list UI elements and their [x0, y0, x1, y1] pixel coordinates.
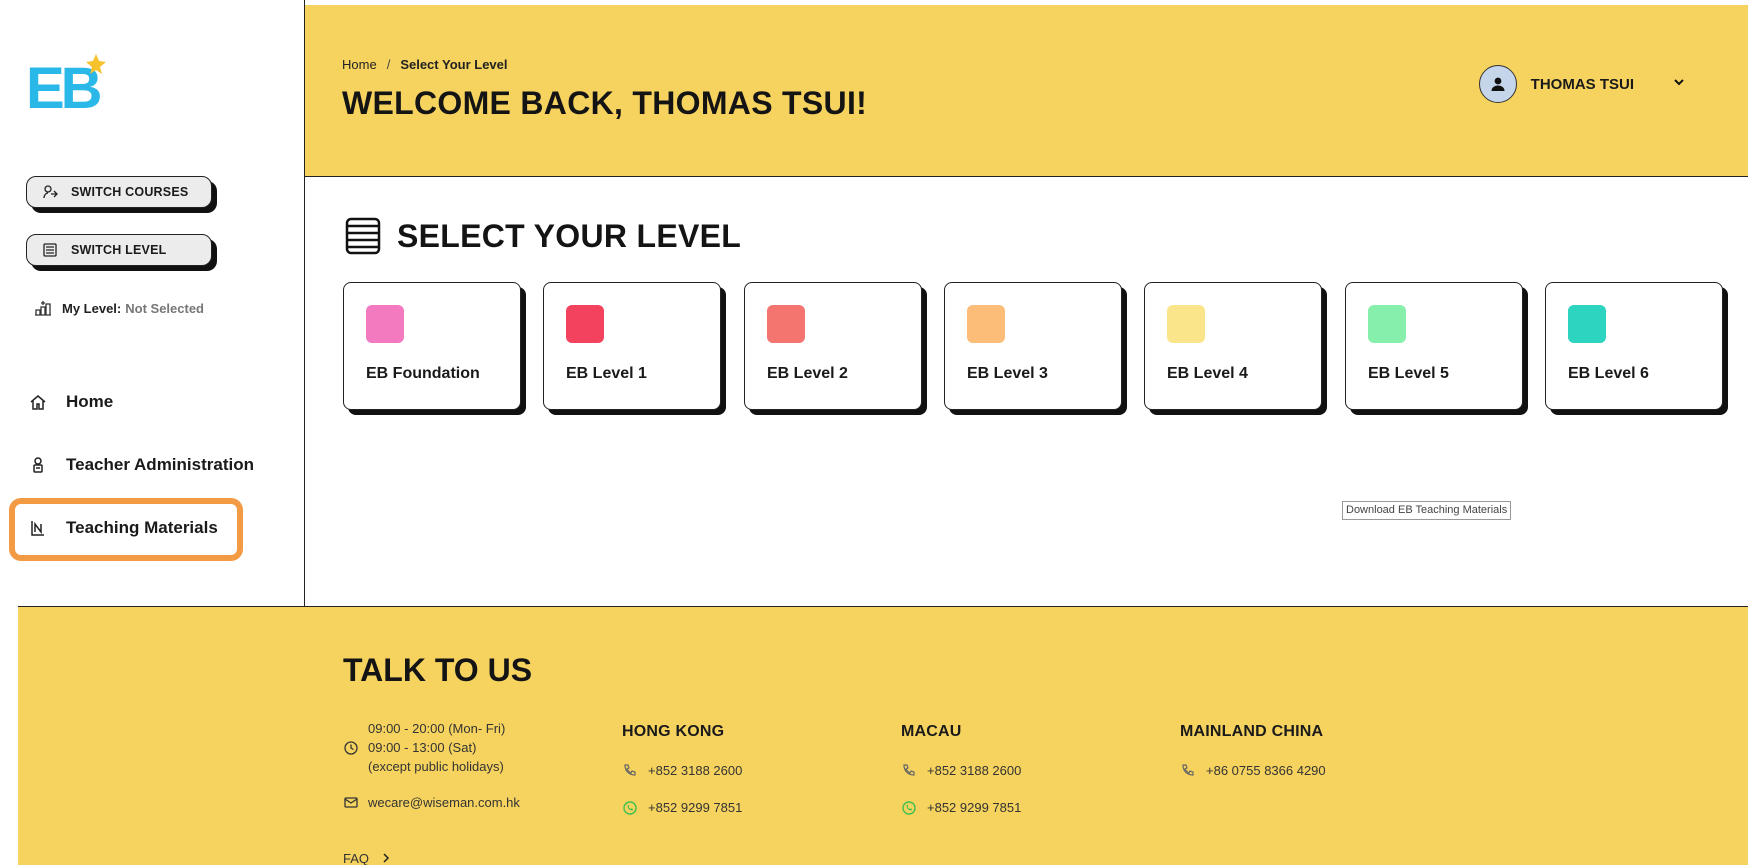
whatsapp-icon — [622, 800, 638, 816]
user-name: THOMAS TSUI — [1530, 75, 1634, 93]
switch-courses-label: SWITCH COURSES — [71, 185, 189, 199]
level-color-swatch — [366, 305, 404, 343]
page-header: Home / Select Your Level WELCOME BACK, THO… — [305, 5, 1748, 177]
level-steps-icon — [34, 299, 52, 317]
region-name: MAINLAND CHINA — [1180, 723, 1324, 740]
breadcrumb-home[interactable]: Home — [342, 57, 377, 72]
whatsapp-row[interactable]: +852 9299 7851 — [901, 798, 1021, 817]
avatar — [1478, 65, 1517, 103]
section-title: SELECT YOUR LEVEL — [343, 216, 741, 256]
mail-icon — [343, 794, 359, 810]
footer: TALK TO US 09:00 - 20:00 (Mon- Fri) 09:0… — [18, 606, 1748, 865]
my-level-label: My Level: — [62, 300, 122, 316]
whatsapp-icon — [901, 800, 917, 816]
level-label: EB Level 3 — [967, 365, 1048, 382]
sidebar-item-label: Home — [66, 392, 114, 411]
sidebar-item-teaching-materials[interactable]: Teaching Materials — [28, 518, 218, 538]
welcome-title: WELCOME BACK, THOMAS TSUI! — [342, 85, 868, 121]
level-card-2[interactable]: EB Level 2 — [744, 282, 922, 410]
sidebar: EB SWITCH COURSES SWITCH LEVEL My Level:… — [0, 0, 305, 606]
materials-icon — [28, 518, 48, 538]
faq-label: FAQ — [343, 851, 370, 865]
email-text: wecare@wiseman.com.hk — [368, 794, 520, 810]
level-color-swatch — [767, 305, 805, 343]
phone-row[interactable]: +86 0755 8366 4290 — [1180, 761, 1326, 780]
level-card-1[interactable]: EB Level 1 — [543, 282, 721, 410]
whatsapp-row[interactable]: +852 9299 7851 — [622, 798, 742, 817]
home-icon — [28, 392, 48, 412]
office-hours: 09:00 - 20:00 (Mon- Fri) 09:00 - 13:00 (… — [343, 719, 505, 776]
user-menu[interactable]: THOMAS TSUI — [1478, 65, 1686, 103]
footer-title: TALK TO US — [343, 652, 533, 688]
level-label: EB Level 1 — [566, 365, 647, 382]
region-name: MACAU — [901, 723, 962, 740]
sidebar-item-home[interactable]: Home — [28, 392, 113, 412]
chevron-down-icon[interactable] — [1672, 75, 1686, 94]
region-macau: MACAU +852 3188 2600 +852 9299 7851 — [901, 723, 1021, 835]
breadcrumb-current: Select Your Level — [400, 57, 508, 72]
phone-number: +852 3188 2600 — [648, 763, 743, 778]
level-card-6[interactable]: EB Level 6 — [1545, 282, 1723, 410]
sidebar-item-label: Teacher Administration — [66, 455, 254, 474]
level-label: EB Level 6 — [1568, 365, 1649, 382]
eb-logo[interactable]: EB — [26, 54, 106, 121]
phone-icon — [901, 763, 917, 779]
switch-level-icon — [41, 241, 59, 259]
level-color-swatch — [967, 305, 1005, 343]
level-label: EB Level 2 — [767, 365, 848, 382]
level-color-swatch — [566, 305, 604, 343]
level-color-swatch — [1368, 305, 1406, 343]
hours-weekday: 09:00 - 20:00 (Mon- Fri) — [368, 721, 506, 736]
region-name: HONG KONG — [622, 723, 725, 740]
phone-icon — [1180, 763, 1196, 779]
switch-level-button[interactable]: SWITCH LEVEL — [26, 234, 212, 266]
phone-row[interactable]: +852 3188 2600 — [622, 761, 742, 780]
my-level-value: Not Selected — [125, 300, 204, 316]
whatsapp-number: +852 9299 7851 — [927, 800, 1022, 815]
level-color-swatch — [1167, 305, 1205, 343]
clock-icon — [343, 740, 359, 756]
level-card-3[interactable]: EB Level 3 — [944, 282, 1122, 410]
level-label: EB Foundation — [366, 365, 480, 382]
faq-link[interactable]: FAQ — [343, 851, 391, 865]
sidebar-item-label: Teaching Materials — [66, 518, 218, 537]
hours-note: (except public holidays) — [368, 759, 504, 774]
phone-number: +852 3188 2600 — [927, 763, 1022, 778]
levels-list-icon — [343, 216, 383, 256]
breadcrumb-separator: / — [386, 57, 391, 72]
user-icon — [1491, 77, 1505, 91]
switch-level-label: SWITCH LEVEL — [71, 243, 167, 257]
download-teaching-materials-link[interactable]: Download EB Teaching Materials — [1342, 501, 1512, 520]
region-mainland-china: MAINLAND CHINA +86 0755 8366 4290 — [1180, 723, 1326, 798]
switch-courses-icon — [41, 183, 59, 201]
level-label: EB Level 4 — [1167, 365, 1248, 382]
region-hong-kong: HONG KONG +852 3188 2600 +852 9299 7851 — [622, 723, 742, 835]
level-card-4[interactable]: EB Level 4 — [1144, 282, 1322, 410]
hours-saturday: 09:00 - 13:00 (Sat) — [368, 740, 477, 755]
breadcrumb: Home / Select Your Level — [342, 57, 508, 72]
level-label: EB Level 5 — [1368, 365, 1449, 382]
level-color-swatch — [1568, 305, 1606, 343]
contact-email[interactable]: wecare@wiseman.com.hk — [343, 794, 520, 810]
section-heading: SELECT YOUR LEVEL — [397, 217, 742, 254]
chevron-right-icon — [381, 851, 391, 865]
whatsapp-number: +852 9299 7851 — [648, 800, 743, 815]
level-card-5[interactable]: EB Level 5 — [1345, 282, 1523, 410]
my-level-indicator: My Level: Not Selected — [34, 299, 204, 317]
phone-number: +86 0755 8366 4290 — [1206, 763, 1326, 778]
phone-icon — [622, 763, 638, 779]
switch-courses-button[interactable]: SWITCH COURSES — [26, 176, 212, 208]
level-card-foundation[interactable]: EB Foundation — [343, 282, 521, 410]
teacher-icon — [28, 455, 48, 475]
phone-row[interactable]: +852 3188 2600 — [901, 761, 1021, 780]
sidebar-item-teacher-administration[interactable]: Teacher Administration — [28, 455, 254, 475]
